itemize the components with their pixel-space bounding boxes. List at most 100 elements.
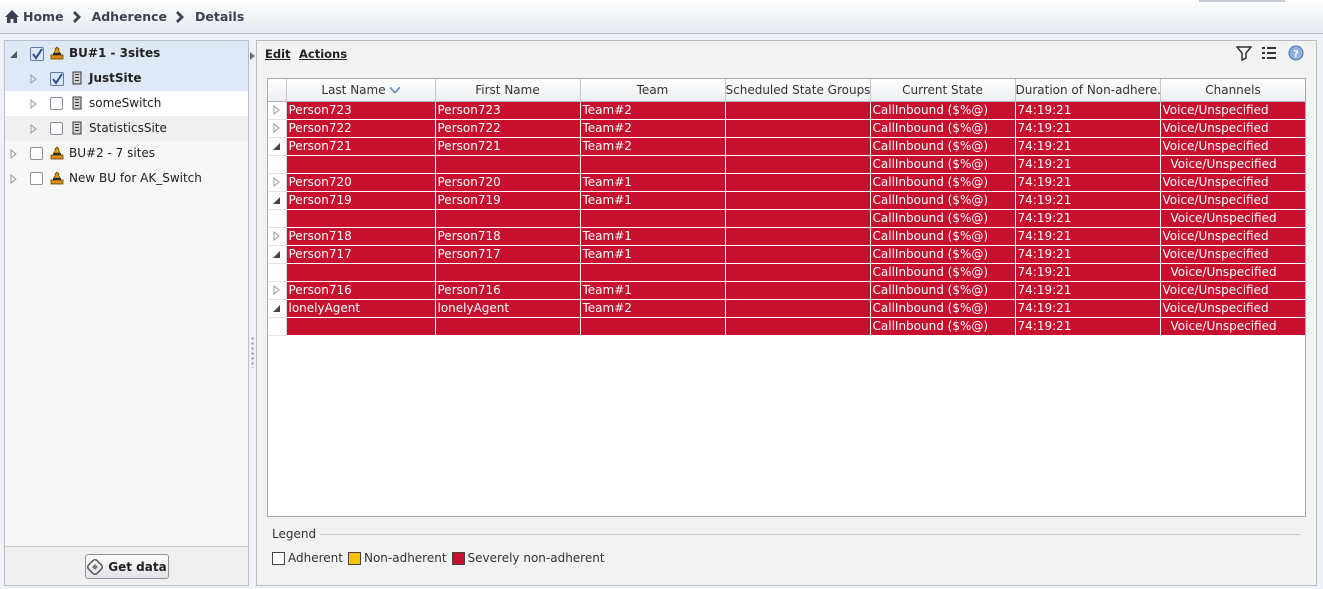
bu-icon bbox=[50, 46, 64, 60]
get-data-button[interactable]: Get data bbox=[85, 554, 169, 579]
tree-checkbox[interactable] bbox=[30, 172, 43, 185]
cell-first-name: Person723 bbox=[435, 101, 581, 120]
collapsed-arrow-icon[interactable] bbox=[273, 285, 281, 295]
tree-checkbox[interactable] bbox=[50, 122, 63, 135]
menu-edit[interactable]: Edit bbox=[265, 47, 291, 61]
collapsed-arrow-icon[interactable] bbox=[30, 124, 38, 134]
cell-channels: Voice/Unspecified bbox=[1160, 101, 1305, 120]
collapsed-arrow-icon[interactable] bbox=[30, 99, 38, 109]
cell-team: Team#2 bbox=[580, 101, 726, 120]
cell-last-name: Person720 bbox=[286, 173, 436, 192]
expanded-arrow-icon[interactable] bbox=[272, 249, 281, 259]
breadcrumb-home[interactable]: Home bbox=[23, 9, 64, 24]
table-row[interactable]: Person718 Person718 Team#1 CallInbound ($%@… bbox=[268, 227, 1305, 246]
column-header-first-name[interactable]: First Name bbox=[435, 79, 581, 102]
collapsed-arrow-icon[interactable] bbox=[10, 149, 18, 159]
cell-duration: 74:19:21 bbox=[1015, 227, 1161, 246]
table-child-row[interactable]: CallInbound ($%@) 74:19:21 Voice/Unspecifi… bbox=[268, 263, 1305, 282]
column-header-last-name[interactable]: Last Name bbox=[286, 79, 436, 102]
cell-duration: 74:19:21 bbox=[1015, 281, 1161, 300]
tree-checkbox[interactable] bbox=[30, 47, 44, 61]
cell-scheduled-state-groups bbox=[725, 245, 871, 264]
cell-scheduled-state-groups bbox=[725, 191, 871, 210]
tree-checkbox[interactable] bbox=[50, 97, 63, 110]
row-expander-cell[interactable] bbox=[268, 173, 287, 192]
collapsed-arrow-icon[interactable] bbox=[273, 105, 281, 115]
table-child-row[interactable]: CallInbound ($%@) 74:19:21 Voice/Unspecifi… bbox=[268, 209, 1305, 228]
tree-checkbox[interactable] bbox=[50, 72, 64, 86]
column-header-current-state[interactable]: Current State bbox=[870, 79, 1016, 102]
column-header-scheduled-state-groups[interactable]: Scheduled State Groups bbox=[725, 79, 871, 102]
row-expander-cell[interactable] bbox=[268, 299, 287, 318]
table-row[interactable]: Person721 Person721 Team#2 CallInbound ($%@… bbox=[268, 137, 1305, 156]
cell-last-name: Person716 bbox=[286, 281, 436, 300]
table-row[interactable]: Person719 Person719 Team#1 CallInbound ($%@… bbox=[268, 191, 1305, 210]
help-icon[interactable]: ? bbox=[1288, 45, 1304, 61]
tree-item-5[interactable]: New BU for AK_Switch bbox=[5, 166, 248, 191]
table-row[interactable]: Person723 Person723 Team#2 CallInbound ($%@… bbox=[268, 101, 1305, 120]
collapse-arrow-icon[interactable] bbox=[250, 52, 255, 60]
expanded-arrow-icon[interactable] bbox=[272, 195, 281, 205]
cell-team bbox=[580, 209, 726, 228]
cell-team bbox=[580, 155, 726, 174]
cell-last-name: Person717 bbox=[286, 245, 436, 264]
collapsed-arrow-icon[interactable] bbox=[273, 177, 281, 187]
table-row[interactable]: Person716 Person716 Team#1 CallInbound ($%@… bbox=[268, 281, 1305, 300]
row-expander-cell[interactable] bbox=[268, 119, 287, 138]
tree-item-label: New BU for AK_Switch bbox=[69, 171, 202, 185]
table-row[interactable]: Person722 Person722 Team#2 CallInbound ($%@… bbox=[268, 119, 1305, 138]
row-expander-cell[interactable] bbox=[268, 281, 287, 300]
column-header-channels[interactable]: Channels bbox=[1160, 79, 1305, 102]
filter-icon[interactable] bbox=[1236, 45, 1252, 61]
expanded-arrow-icon[interactable] bbox=[10, 49, 18, 59]
table-row[interactable]: lonelyAgent lonelyAgent Team#2 CallInbound … bbox=[268, 299, 1305, 318]
home-icon[interactable] bbox=[5, 10, 19, 23]
column-header-duration[interactable]: Duration of Non-adhere... bbox=[1015, 79, 1161, 102]
chevron-right-icon bbox=[176, 10, 184, 23]
table-child-row[interactable]: CallInbound ($%@) 74:19:21 Voice/Unspecifi… bbox=[268, 317, 1305, 336]
row-expander-cell[interactable] bbox=[268, 245, 287, 264]
tree-item-2[interactable]: someSwitch bbox=[5, 91, 248, 116]
table-child-row[interactable]: CallInbound ($%@) 74:19:21 Voice/Unspecifi… bbox=[268, 155, 1305, 174]
tree-item-1[interactable]: JustSite bbox=[5, 66, 248, 91]
column-header-label: Last Name bbox=[321, 82, 386, 97]
collapsed-arrow-icon[interactable] bbox=[10, 174, 18, 184]
expanded-arrow-icon[interactable] bbox=[272, 141, 281, 151]
menu-edit-label: Edit bbox=[265, 47, 291, 61]
row-expander-cell[interactable] bbox=[268, 101, 287, 120]
table-row[interactable]: Person717 Person717 Team#1 CallInbound ($%@… bbox=[268, 245, 1305, 264]
collapsed-arrow-icon[interactable] bbox=[273, 123, 281, 133]
row-expander-cell[interactable] bbox=[268, 191, 287, 210]
column-header-label: Duration of Non-adhere... bbox=[1015, 82, 1160, 97]
cell-duration: 74:19:21 bbox=[1015, 155, 1161, 174]
splitter-grip[interactable] bbox=[251, 336, 254, 368]
cell-scheduled-state-groups bbox=[725, 209, 871, 228]
tree-item-4[interactable]: BU#2 - 7 sites bbox=[5, 141, 248, 166]
expanded-arrow-icon[interactable] bbox=[272, 303, 281, 313]
row-expander-cell[interactable] bbox=[268, 227, 287, 246]
get-data-label: Get data bbox=[108, 559, 167, 574]
collapsed-arrow-icon[interactable] bbox=[30, 74, 38, 84]
menu-actions[interactable]: Actions bbox=[299, 47, 347, 61]
cell-duration: 74:19:21 bbox=[1015, 119, 1161, 138]
cell-channels: Voice/Unspecified bbox=[1160, 209, 1305, 228]
tree-item-0[interactable]: BU#1 - 3sites bbox=[5, 41, 248, 66]
collapsed-arrow-icon[interactable] bbox=[273, 231, 281, 241]
cell-duration: 74:19:21 bbox=[1015, 191, 1161, 210]
list-icon[interactable] bbox=[1261, 45, 1277, 61]
tree-item-label: BU#1 - 3sites bbox=[69, 46, 161, 60]
table-row[interactable]: Person720 Person720 Team#1 CallInbound ($%@… bbox=[268, 173, 1305, 192]
tree-item-3[interactable]: StatisticsSite bbox=[5, 116, 248, 141]
column-header-label: Channels bbox=[1205, 82, 1261, 97]
column-header-label: Scheduled State Groups bbox=[725, 82, 870, 97]
legend-item: Adherent bbox=[272, 551, 343, 565]
row-expander-cell[interactable] bbox=[268, 137, 287, 156]
sort-desc-icon bbox=[389, 87, 400, 94]
legend-label: Non-adherent bbox=[363, 551, 447, 565]
panel-splitter[interactable] bbox=[249, 40, 256, 586]
breadcrumb-adherence[interactable]: Adherence bbox=[92, 9, 167, 24]
cell-duration: 74:19:21 bbox=[1015, 137, 1161, 156]
column-header-team[interactable]: Team bbox=[580, 79, 726, 102]
row-expander-cell bbox=[268, 263, 287, 282]
tree-checkbox[interactable] bbox=[30, 147, 43, 160]
